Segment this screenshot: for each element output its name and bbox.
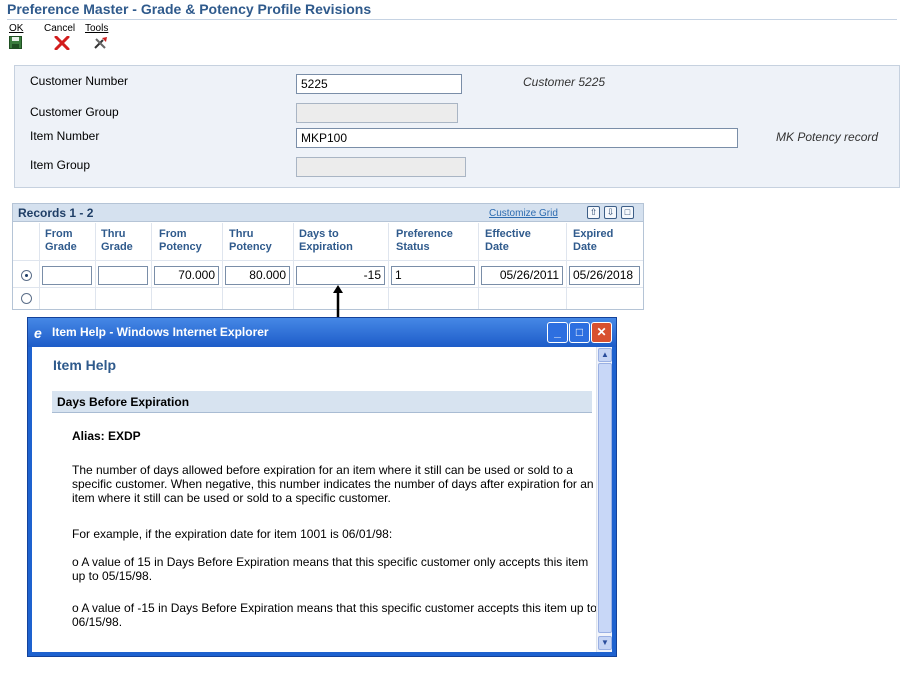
scroll-up-arrow-icon[interactable]: ▲ <box>598 348 612 362</box>
scroll-down-arrow-icon[interactable]: ▼ <box>598 636 612 650</box>
customer-number-description: Customer 5225 <box>523 75 606 89</box>
item-help-window: e Item Help - Windows Internet Explorer … <box>27 317 617 657</box>
cancel-label: Cancel <box>44 23 76 34</box>
records-count: Records 1 - 2 <box>18 206 94 220</box>
column-header-from-potency[interactable]: From Potency <box>159 228 202 254</box>
thru-potency-cell[interactable]: 80.000 <box>225 266 290 285</box>
tools-label: Tools <box>85 23 109 34</box>
days-to-expiration-cell[interactable]: -15 <box>296 266 385 285</box>
help-paragraph-1: The number of days allowed before expira… <box>72 463 594 505</box>
cancel-button[interactable]: Cancel <box>44 23 76 50</box>
title-divider <box>7 19 897 20</box>
help-paragraph-3: o A value of 15 in Days Before Expiratio… <box>72 555 589 583</box>
item-number-input[interactable] <box>296 128 738 148</box>
ie-logo-icon: e <box>34 325 42 341</box>
column-header-days-to-expiration[interactable]: Days to Expiration <box>299 228 353 254</box>
customer-number-label: Customer Number <box>30 74 129 88</box>
column-header-thru-potency[interactable]: Thru Potency <box>229 228 272 254</box>
cancel-x-icon <box>54 36 70 50</box>
window-title: Item Help - Windows Internet Explorer <box>52 325 269 339</box>
preference-status-cell[interactable]: 1 <box>391 266 475 285</box>
item-number-description: MK Potency record <box>776 130 879 144</box>
help-section-title: Days Before Expiration <box>52 391 592 413</box>
maximize-button[interactable]: □ <box>569 322 590 343</box>
customer-group-label: Customer Group <box>30 105 119 119</box>
customize-grid-link[interactable]: Customize Grid <box>489 208 558 219</box>
column-header-preference-status[interactable]: Preference Status <box>396 228 453 254</box>
customer-group-input[interactable] <box>296 103 458 123</box>
tools-button[interactable]: Tools <box>85 23 109 49</box>
row-select-radio-1[interactable] <box>21 270 32 281</box>
help-paragraph-2: For example, if the expiration date for … <box>72 527 393 541</box>
column-header-effective-date[interactable]: Effective Date <box>485 228 531 254</box>
from-grade-cell[interactable] <box>42 266 92 285</box>
ok-button[interactable]: OK <box>9 23 24 49</box>
close-button[interactable]: ✕ <box>591 322 612 343</box>
minimize-button[interactable]: _ <box>547 322 568 343</box>
grid-caption: Records 1 - 2 Customize Grid ⇧ ⇩ □ <box>13 204 643 222</box>
scroll-thumb[interactable] <box>598 363 612 633</box>
window-titlebar[interactable]: e Item Help - Windows Internet Explorer … <box>28 318 616 347</box>
item-group-input[interactable] <box>296 157 466 177</box>
expired-date-cell[interactable]: 05/26/2018 <box>569 266 640 285</box>
from-potency-cell[interactable]: 70.000 <box>154 266 219 285</box>
column-header-from-grade[interactable]: From Grade <box>45 228 77 254</box>
column-header-thru-grade[interactable]: Thru Grade <box>101 228 133 254</box>
vertical-scrollbar[interactable]: ▲ ▼ <box>596 347 612 652</box>
help-heading: Item Help <box>53 357 117 373</box>
header-form: Customer Number Customer 5225 Customer G… <box>14 65 900 188</box>
records-grid: Records 1 - 2 Customize Grid ⇧ ⇩ □ From G… <box>12 203 644 310</box>
customer-number-input[interactable] <box>296 74 462 94</box>
tools-icon <box>94 37 107 49</box>
save-icon <box>9 36 22 49</box>
thru-grade-cell[interactable] <box>98 266 148 285</box>
help-paragraph-4: o A value of -15 in Days Before Expirati… <box>72 601 597 629</box>
help-alias: Alias: EXDP <box>72 429 141 443</box>
maximize-grid-icon[interactable]: □ <box>621 206 634 219</box>
help-content: Item Help Days Before Expiration Alias: … <box>32 347 612 652</box>
item-group-label: Item Group <box>30 158 91 172</box>
page-title: Preference Master - Grade & Potency Prof… <box>7 1 372 17</box>
row-select-radio-2[interactable] <box>21 293 32 304</box>
column-header-expired-date[interactable]: Expired Date <box>573 228 613 254</box>
import-icon[interactable]: ⇩ <box>604 206 617 219</box>
effective-date-cell[interactable]: 05/26/2011 <box>481 266 563 285</box>
ok-label: OK <box>9 23 24 34</box>
export-icon[interactable]: ⇧ <box>587 206 600 219</box>
item-number-label: Item Number <box>30 129 100 143</box>
